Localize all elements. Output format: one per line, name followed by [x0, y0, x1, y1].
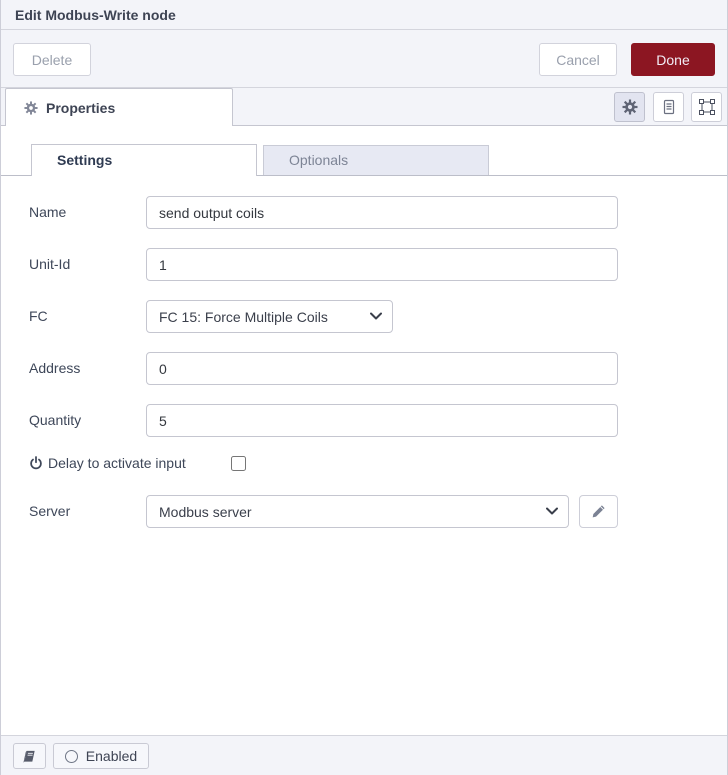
- unit-id-input[interactable]: [146, 248, 618, 281]
- server-select[interactable]: Modbus server: [146, 495, 569, 528]
- fc-label: FC: [29, 308, 48, 324]
- description-icon-button[interactable]: [653, 92, 684, 122]
- edit-node-dialog: Edit Modbus-Write node Delete Cancel Don…: [0, 0, 728, 775]
- delay-label: Delay to activate input: [48, 455, 186, 471]
- quantity-input[interactable]: [146, 404, 618, 437]
- appearance-icon-button[interactable]: [691, 92, 722, 122]
- power-icon: [29, 456, 43, 470]
- tab-settings[interactable]: Settings: [31, 144, 257, 176]
- gear-icon: [24, 100, 38, 115]
- book-icon: [22, 749, 37, 764]
- name-label: Name: [29, 204, 67, 220]
- document-icon: [661, 99, 677, 115]
- tray-tab-bar: Properties: [1, 88, 727, 126]
- dialog-footer: Enabled: [1, 735, 727, 775]
- fc-select-wrap: FC 15: Force Multiple Coils: [146, 300, 393, 333]
- delay-checkbox[interactable]: [231, 455, 246, 471]
- address-input[interactable]: [146, 352, 618, 385]
- server-select-wrap: Modbus server: [146, 495, 569, 528]
- name-input[interactable]: [146, 196, 618, 229]
- appearance-icon: [698, 98, 716, 116]
- unit-id-label: Unit-Id: [29, 256, 71, 272]
- quantity-label: Quantity: [29, 412, 82, 428]
- gear-icon: [622, 99, 638, 115]
- done-button[interactable]: Done: [631, 43, 715, 76]
- delete-button[interactable]: Delete: [13, 43, 91, 76]
- edit-server-button[interactable]: [579, 495, 618, 528]
- fc-select[interactable]: FC 15: Force Multiple Coils: [146, 300, 393, 333]
- tab-properties[interactable]: Properties: [5, 88, 233, 126]
- docs-button[interactable]: [13, 743, 46, 769]
- address-label: Address: [29, 360, 81, 376]
- dialog-button-row: Delete Cancel Done: [1, 30, 727, 88]
- server-label: Server: [29, 503, 71, 519]
- properties-panel: Settings Optionals Name Unit-Id FC FC 15…: [1, 125, 727, 735]
- dialog-title: Edit Modbus-Write node: [15, 7, 176, 23]
- tab-optionals[interactable]: Optionals: [263, 145, 489, 175]
- dialog-title-bar: Edit Modbus-Write node: [1, 0, 727, 30]
- cancel-button[interactable]: Cancel: [539, 43, 617, 76]
- pencil-icon: [591, 504, 606, 519]
- status-circle-icon: [64, 749, 78, 763]
- enabled-label: Enabled: [85, 748, 138, 764]
- tab-properties-label: Properties: [46, 99, 116, 116]
- node-enabled-toggle[interactable]: Enabled: [53, 743, 149, 769]
- delay-row: Delay to activate input: [29, 453, 727, 473]
- properties-icon-button[interactable]: [614, 92, 645, 122]
